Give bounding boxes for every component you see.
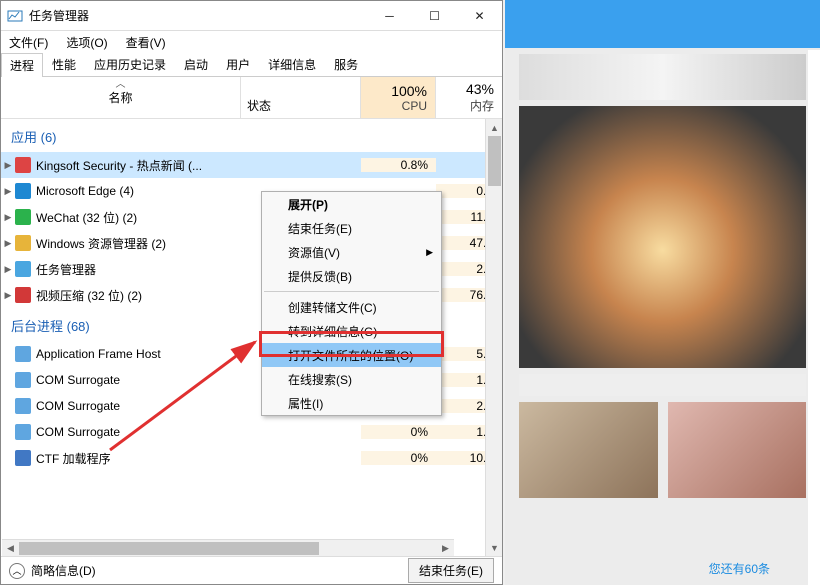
side-scrollbar[interactable]: [808, 50, 820, 585]
menu-feedback[interactable]: 提供反馈(B): [262, 264, 441, 288]
column-headers: ︿ 名称 状态 100% CPU 43% 内存: [1, 77, 502, 119]
side-titlebar: [505, 0, 820, 48]
process-name: Application Frame Host: [36, 347, 241, 361]
process-icon: [15, 372, 31, 388]
tabbar: 进程 性能 应用历史记录 启动 用户 详细信息 服务: [1, 53, 502, 77]
v-scroll-thumb[interactable]: [488, 136, 501, 186]
menu-search-online[interactable]: 在线搜索(S): [262, 367, 441, 391]
expand-toggle-icon[interactable]: ▶: [1, 238, 15, 249]
tab-app-history[interactable]: 应用历史记录: [85, 52, 175, 76]
side-row: [519, 374, 806, 396]
process-name: CTF 加载程序: [36, 450, 241, 467]
menu-options[interactable]: 选项(O): [62, 32, 111, 53]
col-status[interactable]: 状态: [241, 77, 361, 118]
process-row[interactable]: ▶ Kingsoft Security - 热点新闻 (... 0.8%: [1, 152, 502, 178]
menubar: 文件(F) 选项(O) 查看(V): [1, 31, 502, 53]
process-icon: [15, 424, 31, 440]
process-name: Windows 资源管理器 (2): [36, 235, 241, 252]
mem-percent: 43%: [466, 81, 494, 97]
process-name: WeChat (32 位) (2): [36, 209, 241, 226]
side-image-1: [519, 106, 806, 368]
mem-label: 内存: [470, 97, 494, 114]
menu-properties[interactable]: 属性(I): [262, 391, 441, 415]
menu-expand[interactable]: 展开(P): [262, 192, 441, 216]
col-cpu[interactable]: 100% CPU: [361, 77, 436, 118]
process-name: 视频压缩 (32 位) (2): [36, 287, 241, 304]
scroll-left-icon[interactable]: ◀: [2, 540, 19, 557]
horizontal-scrollbar[interactable]: ◀ ▶: [2, 539, 454, 556]
side-status-text: 您还有60条: [709, 560, 770, 577]
process-name: COM Surrogate: [36, 373, 241, 387]
process-icon: [15, 157, 31, 173]
menu-end-task[interactable]: 结束任务(E): [262, 216, 441, 240]
menu-open-file-location[interactable]: 打开文件所在的位置(O): [262, 343, 441, 367]
side-thumb-1: [519, 402, 658, 498]
menu-resource-values-label: 资源值(V): [288, 244, 340, 261]
process-icon: [15, 450, 31, 466]
process-name: 任务管理器: [36, 261, 241, 278]
process-name: Microsoft Edge (4): [36, 184, 241, 198]
process-icon: [15, 287, 31, 303]
cpu-label: CPU: [402, 99, 427, 113]
expand-toggle-icon[interactable]: ▶: [1, 160, 15, 171]
menu-goto-details[interactable]: 转到详细信息(G): [262, 319, 441, 343]
minimize-button[interactable]: ─: [367, 1, 412, 31]
maximize-button[interactable]: ☐: [412, 1, 457, 31]
process-name: COM Surrogate: [36, 425, 241, 439]
side-content-area: [519, 54, 806, 100]
brief-info-label[interactable]: 简略信息(D): [31, 562, 96, 579]
scroll-up-icon[interactable]: ▲: [486, 119, 503, 136]
menu-separator: [264, 291, 439, 292]
process-name: Kingsoft Security - 热点新闻 (...: [36, 157, 241, 174]
expand-toggle-icon[interactable]: ▶: [1, 212, 15, 223]
col-name-label: 名称: [108, 89, 132, 106]
footer: ︿ 简略信息(D) 结束任务(E): [1, 556, 502, 584]
expand-toggle-icon[interactable]: ▶: [1, 290, 15, 301]
process-icon: [15, 261, 31, 277]
window-title: 任务管理器: [29, 7, 367, 24]
process-icon: [15, 235, 31, 251]
menu-create-dump[interactable]: 创建转储文件(C): [262, 295, 441, 319]
tab-users[interactable]: 用户: [217, 52, 259, 76]
process-icon: [15, 183, 31, 199]
app-icon: [7, 8, 23, 24]
cpu-percent: 100%: [391, 83, 427, 99]
process-icon: [15, 209, 31, 225]
tab-startup[interactable]: 启动: [175, 52, 217, 76]
process-row[interactable]: CTF 加载程序0%10.3: [1, 445, 502, 471]
background-window: 您还有60条: [505, 0, 820, 585]
fewer-details-icon[interactable]: ︿: [9, 563, 25, 579]
h-scroll-thumb[interactable]: [19, 542, 319, 555]
process-icon: [15, 346, 31, 362]
side-thumb-2: [668, 402, 807, 498]
col-name[interactable]: ︿ 名称: [1, 77, 241, 118]
expand-toggle-icon[interactable]: ▶: [1, 186, 15, 197]
context-menu: 展开(P) 结束任务(E) 资源值(V)▶ 提供反馈(B) 创建转储文件(C) …: [261, 191, 442, 416]
tab-processes[interactable]: 进程: [1, 53, 43, 77]
expand-toggle-icon[interactable]: ▶: [1, 264, 15, 275]
process-cpu: 0%: [361, 425, 436, 439]
menu-view[interactable]: 查看(V): [122, 32, 170, 53]
menu-resource-values[interactable]: 资源值(V) ▶: [262, 240, 441, 264]
process-icon: [15, 398, 31, 414]
tab-services[interactable]: 服务: [325, 52, 367, 76]
menu-file[interactable]: 文件(F): [5, 32, 52, 53]
titlebar: 任务管理器 ─ ☐ ✕: [1, 1, 502, 31]
tab-performance[interactable]: 性能: [43, 52, 85, 76]
col-status-label: 状态: [247, 97, 271, 114]
col-memory[interactable]: 43% 内存: [436, 77, 502, 118]
process-row[interactable]: COM Surrogate0%1.1: [1, 419, 502, 445]
process-name: COM Surrogate: [36, 399, 241, 413]
end-task-button[interactable]: 结束任务(E): [408, 558, 494, 583]
vertical-scrollbar[interactable]: ▲ ▼: [485, 119, 502, 556]
process-cpu: 0.8%: [361, 158, 436, 172]
scroll-down-icon[interactable]: ▼: [486, 539, 503, 556]
submenu-arrow-icon: ▶: [426, 247, 433, 258]
scroll-right-icon[interactable]: ▶: [437, 540, 454, 557]
process-cpu: 0%: [361, 451, 436, 465]
sort-indicator-icon: ︿: [116, 75, 126, 90]
tab-details[interactable]: 详细信息: [259, 52, 325, 76]
close-button[interactable]: ✕: [457, 1, 502, 31]
section-header: 应用 (6): [1, 119, 502, 152]
